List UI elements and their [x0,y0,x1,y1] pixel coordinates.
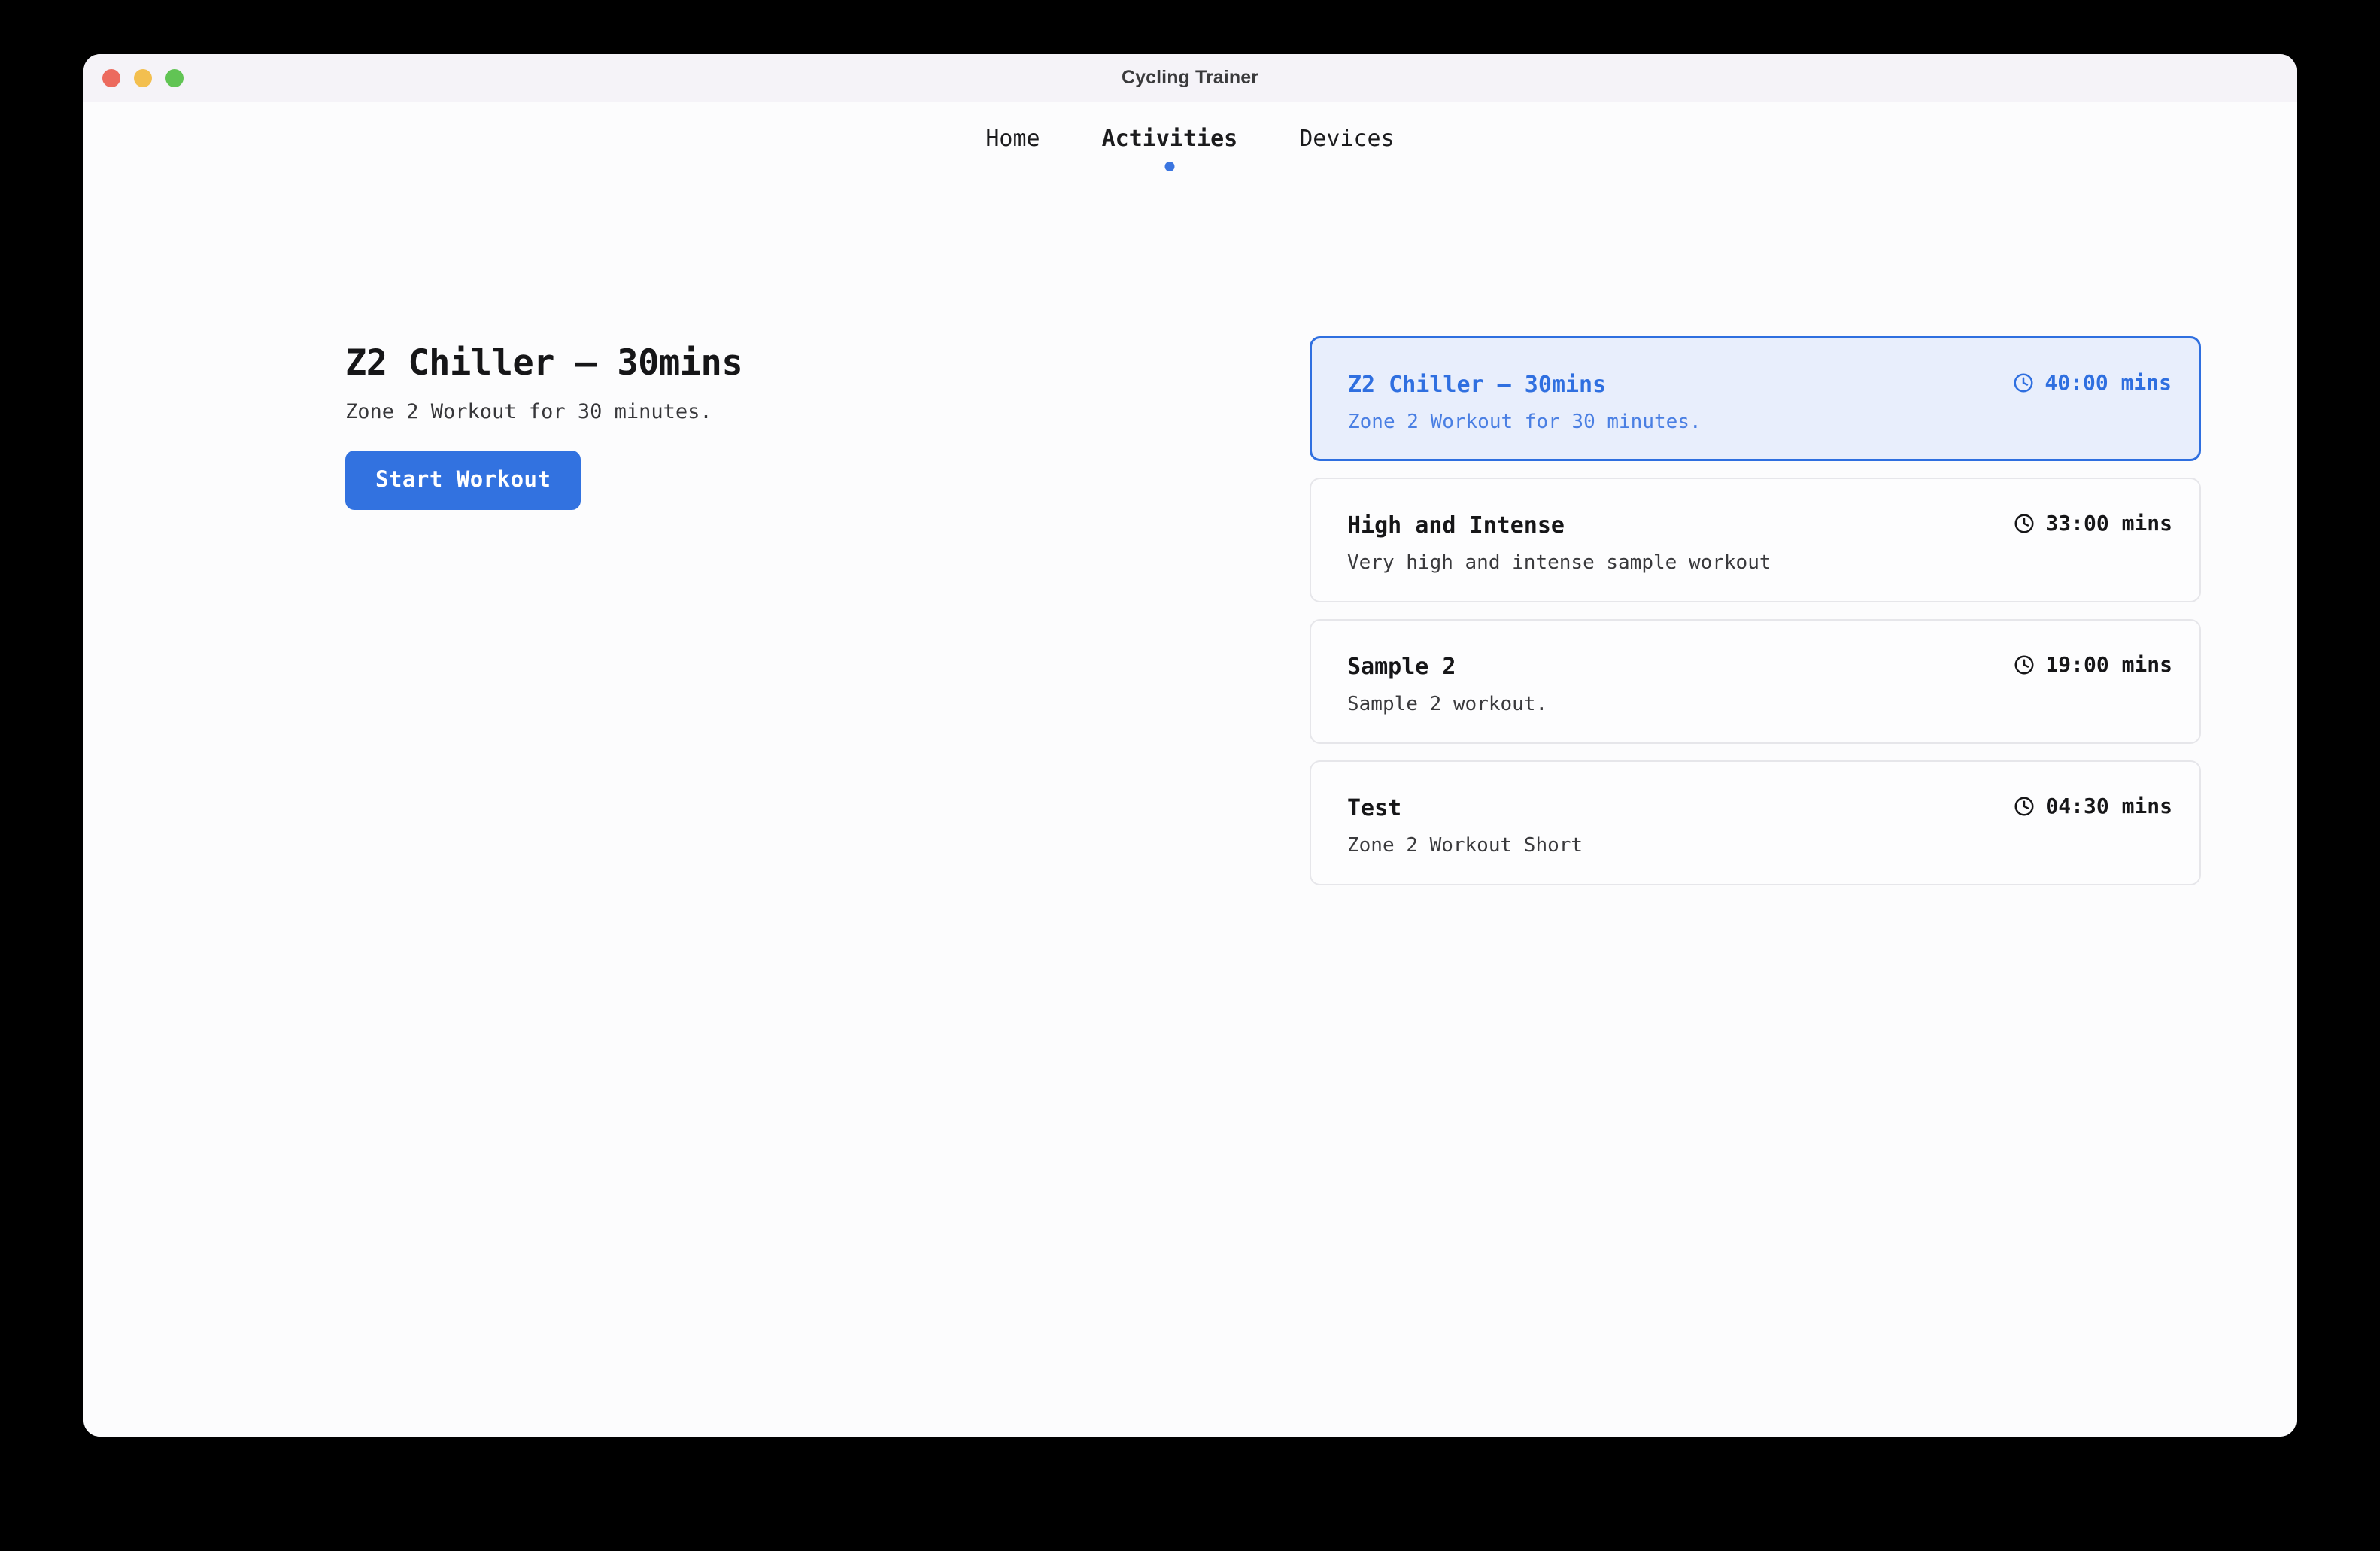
window-title: Cycling Trainer [83,67,2297,89]
workout-duration-label: 40:00 mins [2045,370,2172,395]
clock-icon [2013,654,2035,676]
workout-description: Zone 2 Workout for 30 minutes. [1348,411,2172,433]
workout-description: Sample 2 workout. [1347,693,2172,715]
clock-icon [2013,512,2035,535]
workout-duration: 33:00 mins [2013,511,2172,536]
workout-duration-label: 19:00 mins [2045,652,2172,677]
workout-duration: 19:00 mins [2013,652,2172,677]
workout-duration-label: 04:30 mins [2045,794,2172,818]
window-body: Home Activities Devices Z2 Chiller – 30m… [83,102,2297,1437]
workout-list-item[interactable]: Test Zone 2 Workout Short 04:30 mins [1310,760,2201,885]
start-workout-button[interactable]: Start Workout [345,451,581,510]
workout-list: Z2 Chiller – 30mins Zone 2 Workout for 3… [1310,336,2201,885]
nav-item-activities[interactable]: Activities [1099,124,1241,152]
workout-detail-description: Zone 2 Workout for 30 minutes. [345,400,1173,423]
main-navigation: Home Activities Devices [83,102,2297,192]
workout-duration: 04:30 mins [2013,794,2172,818]
nav-item-devices[interactable]: Devices [1296,124,1397,152]
workout-duration: 40:00 mins [2012,370,2172,395]
desktop-background: Cycling Trainer Home Activities Devices … [0,0,2380,1551]
workout-list-item[interactable]: Sample 2 Sample 2 workout. 19:00 mins [1310,619,2201,744]
nav-item-home[interactable]: Home [982,124,1043,152]
workout-detail-panel: Z2 Chiller – 30mins Zone 2 Workout for 3… [345,342,1173,510]
app-window: Cycling Trainer Home Activities Devices … [83,54,2297,1437]
window-titlebar: Cycling Trainer [83,54,2297,102]
workout-description: Very high and intense sample workout [1347,551,2172,574]
main-content: Z2 Chiller – 30mins Zone 2 Workout for 3… [83,192,2297,1437]
workout-detail-title: Z2 Chiller – 30mins [345,342,1173,384]
workout-list-item[interactable]: Z2 Chiller – 30mins Zone 2 Workout for 3… [1310,336,2201,461]
clock-icon [2012,372,2035,394]
workout-list-item[interactable]: High and Intense Very high and intense s… [1310,478,2201,602]
workout-description: Zone 2 Workout Short [1347,834,2172,857]
active-nav-indicator-dot [1164,162,1174,171]
workout-duration-label: 33:00 mins [2045,511,2172,536]
nav-item-activities-label: Activities [1102,126,1238,152]
clock-icon [2013,795,2035,818]
